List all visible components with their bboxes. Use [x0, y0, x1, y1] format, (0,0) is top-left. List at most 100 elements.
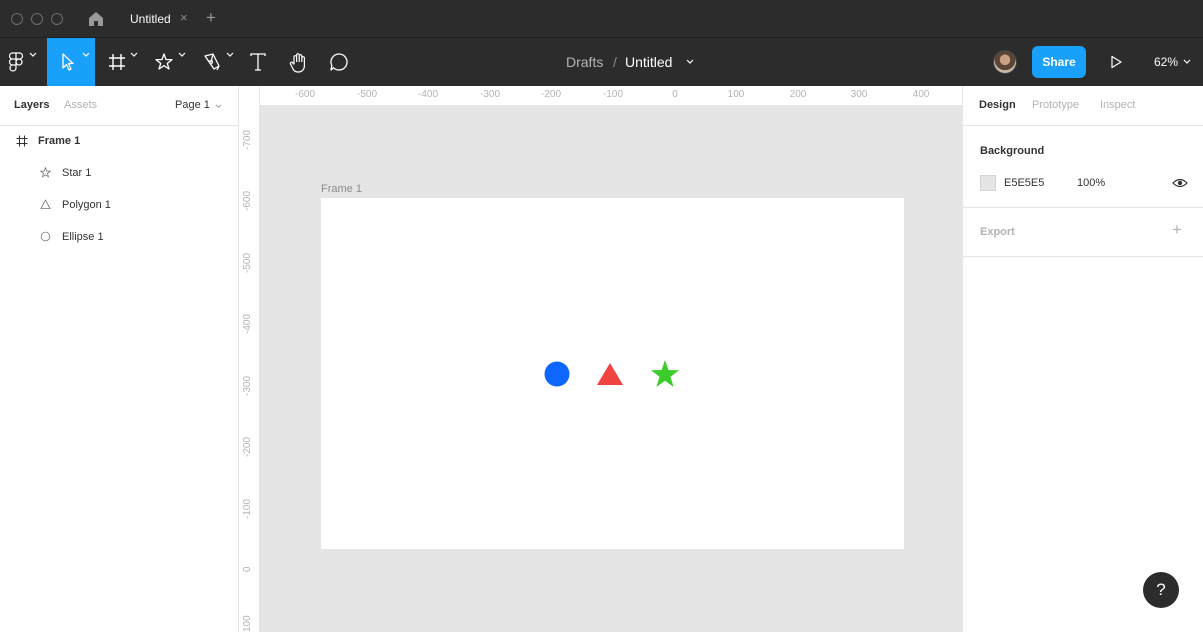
text-tool-button[interactable]: [246, 38, 272, 86]
frame-icon: [16, 135, 28, 147]
divider: [963, 207, 1203, 208]
tab-design[interactable]: Design: [979, 99, 1016, 111]
layer-label: Frame 1: [38, 135, 81, 147]
ellipse-shape[interactable]: [544, 361, 570, 387]
help-button[interactable]: ?: [1143, 572, 1179, 608]
vertical-ruler: -700 -600 -500 -400 -300 -200 -100 0 100: [239, 86, 260, 632]
cursor-icon: [62, 53, 74, 71]
layer-ellipse-1[interactable]: Ellipse 1: [0, 222, 238, 254]
ruler-tick: -300: [242, 375, 253, 396]
polygon-icon: [40, 199, 51, 210]
ruler-tick: -100: [602, 89, 624, 100]
title-bar: Untitled × +: [0, 0, 1203, 38]
chevron-down-icon: [130, 52, 138, 57]
tab-inspect[interactable]: Inspect: [1100, 99, 1135, 111]
background-opacity-input[interactable]: 100%: [1077, 177, 1105, 189]
chevron-down-icon: [226, 52, 234, 57]
present-play-icon[interactable]: [1110, 55, 1122, 69]
layer-label: Ellipse 1: [62, 231, 104, 243]
figma-logo-icon: [9, 52, 23, 72]
window-close-button[interactable]: [11, 13, 23, 25]
properties-panel: Design Prototype Inspect Background E5E5…: [962, 86, 1203, 632]
file-tab[interactable]: Untitled ×: [116, 0, 204, 38]
ruler-tick: -400: [242, 313, 253, 334]
ruler-tick: 100: [242, 615, 253, 632]
tab-assets[interactable]: Assets: [64, 99, 97, 111]
layer-polygon-1[interactable]: Polygon 1: [0, 190, 238, 222]
ruler-tick: -100: [242, 498, 253, 519]
tab-layers[interactable]: Layers: [14, 99, 49, 111]
hand-icon: [289, 53, 306, 73]
new-tab-button[interactable]: +: [206, 8, 216, 28]
ruler-tick: -700: [242, 129, 253, 150]
breadcrumb-separator: /: [613, 54, 617, 70]
background-hex-input[interactable]: E5E5E5: [1004, 177, 1044, 189]
chevron-down-icon[interactable]: [686, 59, 694, 65]
layer-label: Star 1: [62, 167, 92, 179]
ruler-tick: 0: [242, 566, 253, 572]
layer-star-1[interactable]: Star 1: [0, 158, 238, 190]
page-selector[interactable]: Page 1: [175, 99, 210, 111]
frame-tool-button[interactable]: [100, 38, 144, 86]
share-button[interactable]: Share: [1032, 46, 1086, 78]
ruler-tick: 200: [789, 89, 807, 100]
close-tab-icon[interactable]: ×: [180, 10, 188, 25]
ruler-tick: 100: [727, 89, 745, 100]
left-panel-tabs: Layers Assets Page 1: [0, 86, 238, 126]
move-tool-button[interactable]: [47, 38, 95, 86]
background-section-title: Background: [980, 145, 1045, 157]
layer-frame-1[interactable]: Frame 1: [0, 126, 238, 158]
right-panel-tabs: Design Prototype Inspect: [963, 86, 1203, 126]
ruler-tick: -600: [294, 89, 316, 100]
window-minimize-button[interactable]: [31, 13, 43, 25]
pen-icon: [204, 53, 220, 71]
export-section-title: Export: [980, 226, 1015, 238]
layers-panel: Layers Assets Page 1 Frame 1 Star 1 Poly…: [0, 86, 239, 632]
frame-label[interactable]: Frame 1: [321, 183, 362, 195]
ruler-tick: 0: [672, 89, 678, 100]
ruler-tick: -200: [540, 89, 562, 100]
pen-tool-button[interactable]: [196, 38, 238, 86]
breadcrumb-project[interactable]: Drafts: [566, 54, 603, 70]
window-zoom-button[interactable]: [51, 13, 63, 25]
file-tab-label: Untitled: [130, 12, 171, 26]
tab-prototype[interactable]: Prototype: [1032, 99, 1079, 111]
star-icon: [155, 53, 173, 70]
ruler-tick: -400: [417, 89, 439, 100]
chevron-down-icon[interactable]: [215, 104, 222, 109]
text-icon: [250, 53, 266, 71]
frame-icon: [109, 54, 125, 70]
hand-tool-button[interactable]: [286, 38, 312, 86]
add-export-button[interactable]: +: [1172, 220, 1182, 240]
comment-tool-button[interactable]: [326, 38, 352, 86]
chevron-down-icon: [82, 52, 90, 57]
star-icon: [40, 167, 51, 178]
main-menu-button[interactable]: [0, 38, 46, 86]
ruler-tick: 300: [850, 89, 868, 100]
chevron-down-icon: [29, 52, 37, 57]
ruler-tick: 400: [912, 89, 930, 100]
background-color-swatch[interactable]: [980, 175, 996, 191]
ruler-tick: -200: [242, 436, 253, 457]
zoom-level[interactable]: 62%: [1154, 55, 1178, 69]
ruler-tick: -300: [479, 89, 501, 100]
layer-label: Polygon 1: [62, 199, 111, 211]
ruler-tick: -500: [356, 89, 378, 100]
comment-icon: [330, 53, 348, 71]
chevron-down-icon: [178, 52, 186, 57]
ellipse-icon: [40, 231, 51, 242]
file-name[interactable]: Untitled: [625, 54, 672, 70]
home-icon[interactable]: [88, 10, 104, 28]
chevron-down-icon[interactable]: [1183, 59, 1191, 65]
star-shape[interactable]: [650, 359, 680, 389]
divider: [963, 256, 1203, 257]
horizontal-ruler: -600 -500 -400 -300 -200 -100 0 100 200 …: [260, 86, 962, 106]
avatar[interactable]: [993, 50, 1017, 74]
eye-icon[interactable]: [1172, 177, 1188, 189]
shape-tool-button[interactable]: [148, 38, 190, 86]
ruler-tick: -500: [242, 252, 253, 273]
figma-app: Untitled × + Drafts / Untitled Share 62%…: [0, 0, 1203, 632]
ruler-tick: -600: [242, 190, 253, 211]
triangle-shape[interactable]: [596, 362, 624, 386]
toolbar: Drafts / Untitled Share 62%: [0, 38, 1203, 86]
